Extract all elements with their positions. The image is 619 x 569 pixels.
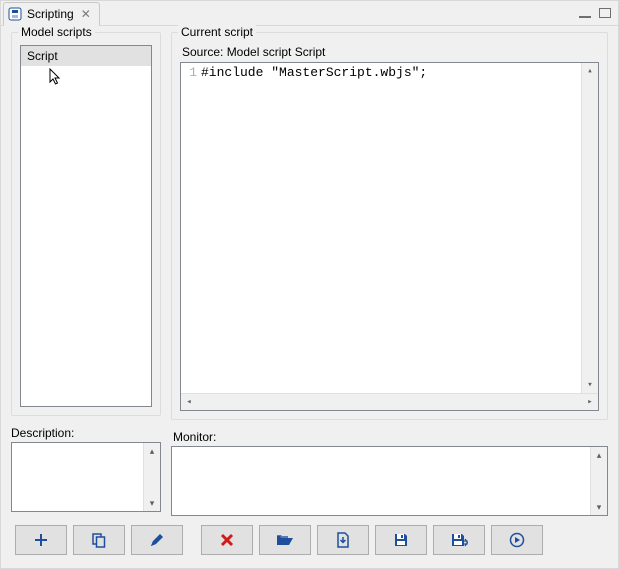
script-editor[interactable]: 1 #include "MasterScript.wbjs"; ▴ ▾ ◂ ▸ (180, 62, 599, 411)
scroll-right-icon[interactable]: ▸ (582, 394, 598, 410)
cursor-icon (49, 68, 63, 89)
monitor-group: Monitor: ▴ ▾ (171, 430, 608, 516)
current-script-group: Current script Source: Model script Scri… (171, 32, 608, 420)
scrollbar-vertical[interactable]: ▴ ▾ (590, 447, 607, 515)
scroll-down-icon[interactable]: ▾ (582, 377, 598, 393)
edit-button[interactable] (131, 525, 183, 555)
description-label: Description: (11, 426, 161, 440)
code-line: 1 #include "MasterScript.wbjs"; (181, 65, 581, 80)
plus-icon (33, 532, 49, 548)
monitor-textarea[interactable]: ▴ ▾ (171, 446, 608, 516)
current-script-label: Current script (178, 25, 256, 39)
list-item[interactable]: Script (21, 46, 151, 66)
add-button[interactable] (15, 525, 67, 555)
scrollbar-vertical[interactable]: ▴ ▾ (143, 443, 160, 511)
run-button[interactable] (491, 525, 543, 555)
play-icon (509, 532, 525, 548)
description-group: Description: ▴ ▾ (11, 426, 161, 516)
file-arrow-icon (335, 532, 351, 548)
maximize-view-icon[interactable] (598, 6, 612, 20)
save-icon (393, 532, 409, 548)
save-button[interactable] (375, 525, 427, 555)
delete-button[interactable] (201, 525, 253, 555)
save-as-icon (450, 532, 468, 548)
scroll-left-icon[interactable]: ◂ (181, 394, 197, 410)
scripting-tab-icon (8, 7, 22, 21)
minimize-view-icon[interactable] (578, 6, 592, 20)
scroll-down-icon[interactable]: ▾ (591, 499, 607, 515)
open-button[interactable] (259, 525, 311, 555)
close-tab-button[interactable]: ✕ (79, 7, 93, 21)
scroll-up-icon[interactable]: ▴ (144, 443, 160, 459)
toolbar (1, 520, 618, 568)
tab-scripting[interactable]: Scripting ✕ (3, 2, 100, 26)
code-text[interactable]: #include "MasterScript.wbjs"; (201, 65, 427, 80)
scrollbar-horizontal[interactable]: ◂ ▸ (181, 393, 598, 410)
script-list[interactable]: Script (20, 45, 152, 407)
save-as-button[interactable] (433, 525, 485, 555)
scroll-up-icon[interactable]: ▴ (582, 63, 598, 79)
description-textarea[interactable]: ▴ ▾ (11, 442, 161, 512)
source-label: Source: Model script Script (182, 45, 599, 59)
copy-button[interactable] (73, 525, 125, 555)
monitor-label: Monitor: (173, 430, 608, 444)
model-scripts-label: Model scripts (18, 25, 95, 39)
scroll-up-icon[interactable]: ▴ (591, 447, 607, 463)
copy-icon (91, 532, 107, 548)
model-scripts-group: Model scripts Script (11, 32, 161, 416)
delete-icon (219, 532, 235, 548)
tab-bar: Scripting ✕ (1, 1, 618, 26)
scrollbar-vertical[interactable]: ▴ ▾ (581, 63, 598, 393)
pencil-icon (149, 532, 165, 548)
import-button[interactable] (317, 525, 369, 555)
folder-open-icon (276, 532, 294, 548)
line-number: 1 (181, 65, 201, 80)
scroll-down-icon[interactable]: ▾ (144, 495, 160, 511)
tab-label: Scripting (27, 7, 74, 21)
